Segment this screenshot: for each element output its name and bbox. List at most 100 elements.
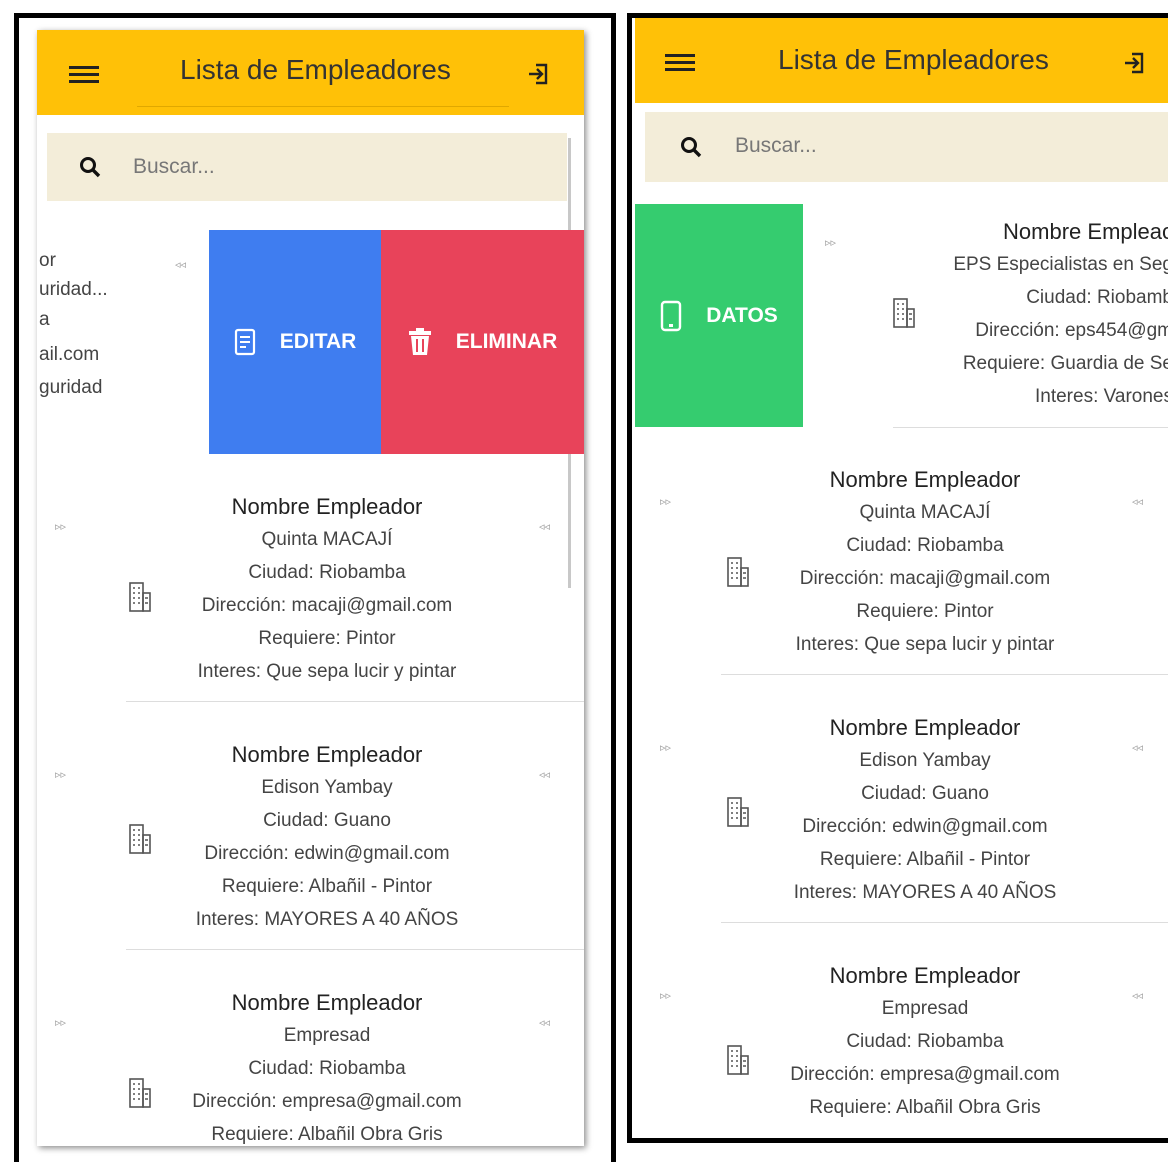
employer-address: Dirección: edwin@gmail.com	[204, 843, 450, 864]
menu-icon[interactable]	[69, 62, 99, 84]
employer-address: Dirección: macaji@gmail.com	[201, 595, 453, 616]
employer-city: Ciudad: Riobamb	[1026, 287, 1168, 308]
search-bar[interactable]: Buscar...	[47, 133, 567, 201]
employer-city: Ciudad: Riobamba	[248, 562, 406, 583]
swipe-left-hint-icon: ◃◃	[539, 769, 551, 781]
building-icon	[727, 797, 749, 827]
employer-company: Edison Yambay	[859, 750, 991, 771]
edit-button-label: EDITAR	[279, 330, 357, 353]
employer-requires: Requiere: Albañil Obra Gris	[211, 1124, 443, 1145]
swipe-right-hint-icon: ▹▹	[660, 742, 672, 754]
list-item[interactable]: ▹▹ ◃◃ Nombre Empleador Empresad Ciudad: …	[37, 950, 584, 1146]
employer-company: Edison Yambay	[261, 777, 393, 798]
employer-city: Ciudad: Guano	[263, 810, 391, 831]
building-icon	[129, 824, 151, 854]
right-screenshot-frame: Lista de Empleadores Buscar... DATOS ▹▹ …	[627, 13, 1168, 1143]
swiped-list-item[interactable]: or uridad... a ail.com guridad ◃◃ EDITAR	[37, 230, 584, 454]
fragment-city: a	[39, 309, 50, 330]
swipe-left-hint-icon: ◃◃	[1132, 990, 1144, 1002]
swipe-left-hint-icon: ◃◃	[175, 259, 187, 271]
employer-company: Empresad	[881, 998, 969, 1019]
swipe-right-hint-icon: ▹▹	[660, 990, 672, 1002]
page-title: Lista de Empleadores	[180, 54, 451, 85]
list-item[interactable]: ▹▹ ◃◃ Nombre Empleador Quinta MACAJÍ Ciu…	[37, 454, 584, 702]
swipe-right-hint-icon: ▹▹	[825, 237, 837, 249]
employer-interest: Interes: MAYORES A 40 AÑOS	[195, 909, 459, 930]
list-item[interactable]: ▹▹ ◃◃ Nombre Empleador Edison Yambay Ciu…	[37, 702, 584, 950]
employer-name: Nombre Empleador	[231, 990, 423, 1015]
employer-name: Nombre Empleador	[829, 467, 1021, 492]
employer-name: Nombre Empleac	[1003, 219, 1168, 244]
employer-requires: Requiere: Pintor	[856, 601, 994, 622]
employer-requires: Requiere: Guardia de Se	[962, 353, 1168, 374]
building-icon	[893, 298, 915, 328]
employer-card: Nombre Empleador Quinta MACAJÍ Ciudad: R…	[765, 463, 1085, 661]
divider	[893, 427, 1168, 428]
building-icon	[129, 582, 151, 612]
employer-company: Quinta MACAJÍ	[261, 529, 393, 550]
employer-city: Ciudad: Riobamba	[248, 1058, 406, 1079]
menu-icon[interactable]	[665, 50, 695, 72]
building-icon	[727, 1045, 749, 1075]
employer-card: Nombre Empleac EPS Especialistas en Seg …	[925, 215, 1168, 413]
trash-icon	[408, 328, 431, 355]
fragment-requires: guridad	[39, 377, 103, 398]
list-item[interactable]: ▹▹ ◃◃ Nombre Empleador Edison Yambay Ciu…	[635, 675, 1168, 923]
employer-address: Dirección: eps454@gm	[975, 320, 1168, 341]
search-bar[interactable]: Buscar...	[645, 112, 1168, 182]
swipe-right-hint-icon: ▹▹	[660, 496, 672, 508]
list-item[interactable]: ▹▹ ◃◃ Nombre Empleador Empresad Ciudad: …	[635, 923, 1168, 1138]
employer-name: Nombre Empleador	[829, 963, 1021, 988]
fragment-name: or	[39, 250, 56, 271]
swipe-left-hint-icon: ◃◃	[1132, 496, 1144, 508]
search-input[interactable]: Buscar...	[133, 155, 215, 179]
logout-icon[interactable]	[527, 62, 549, 86]
employer-requires: Requiere: Albañil - Pintor	[221, 876, 433, 897]
swipe-left-hint-icon: ◃◃	[1132, 742, 1144, 754]
list-item[interactable]: ▹▹ ◃◃ Nombre Empleador Quinta MACAJÍ Ciu…	[635, 429, 1168, 675]
title-underline	[137, 106, 509, 107]
left-screenshot-frame: Lista de Empleadores Buscar... or uridad…	[14, 13, 616, 1162]
swipe-left-hint-icon: ◃◃	[539, 1017, 551, 1029]
logout-icon[interactable]	[1123, 51, 1145, 75]
employer-requires: Requiere: Albañil Obra Gris	[809, 1097, 1041, 1118]
swipe-left-hint-icon: ◃◃	[539, 521, 551, 533]
document-edit-icon	[234, 328, 255, 356]
employer-company: Empresad	[283, 1025, 371, 1046]
employer-city: Ciudad: Riobamba	[846, 1031, 1004, 1052]
search-icon	[681, 137, 702, 158]
employer-interest: Interes: Que sepa lucir y pintar	[795, 634, 1055, 655]
building-icon	[129, 1078, 151, 1108]
employer-card: Nombre Empleador Quinta MACAJÍ Ciudad: R…	[167, 490, 487, 688]
page-title: Lista de Empleadores	[778, 44, 1049, 75]
employer-name: Nombre Empleador	[231, 494, 423, 519]
fragment-company: uridad...	[39, 279, 108, 300]
employer-address: Dirección: macaji@gmail.com	[799, 568, 1051, 589]
employer-interest: Interes: Varones	[1034, 386, 1168, 407]
edit-button[interactable]: EDITAR	[209, 230, 381, 454]
delete-button-label: ELIMINAR	[455, 330, 558, 353]
employer-name: Nombre Empleador	[829, 715, 1021, 740]
search-icon	[80, 157, 101, 178]
app-header: Lista de Empleadores	[635, 18, 1168, 103]
swipe-right-hint-icon: ▹▹	[55, 521, 67, 533]
employer-address: Dirección: edwin@gmail.com	[802, 816, 1048, 837]
phone-icon	[661, 300, 682, 331]
employer-requires: Requiere: Albañil - Pintor	[819, 849, 1031, 870]
swipe-right-hint-icon: ▹▹	[55, 769, 67, 781]
employer-name: Nombre Empleador	[231, 742, 423, 767]
app-screen-left: Lista de Empleadores Buscar... or uridad…	[37, 30, 584, 1146]
employer-city: Ciudad: Riobamba	[846, 535, 1004, 556]
fragment-address: ail.com	[39, 344, 100, 365]
swiped-list-item[interactable]: DATOS ▹▹ Nombre Empleac EPS Especialista…	[635, 204, 1168, 429]
datos-button[interactable]: DATOS	[635, 204, 803, 427]
employer-card: Nombre Empleador Empresad Ciudad: Riobam…	[167, 986, 487, 1146]
employer-requires: Requiere: Pintor	[258, 628, 396, 649]
employer-interest: Interes: Que sepa lucir y pintar	[197, 661, 457, 682]
employer-company: Quinta MACAJÍ	[859, 502, 991, 523]
app-screen-right: Lista de Empleadores Buscar... DATOS ▹▹ …	[635, 18, 1168, 1138]
employer-card: Nombre Empleador Empresad Ciudad: Riobam…	[765, 959, 1085, 1124]
delete-button[interactable]: ELIMINAR	[381, 230, 584, 454]
search-input[interactable]: Buscar...	[735, 134, 817, 158]
employer-interest: Interes: MAYORES A 40 AÑOS	[793, 882, 1057, 903]
